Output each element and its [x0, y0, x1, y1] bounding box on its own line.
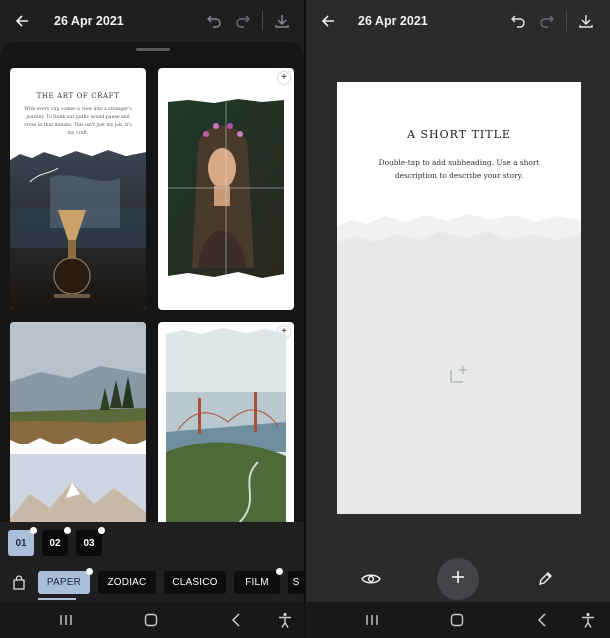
page-number: 02: [49, 537, 61, 549]
download-icon[interactable]: [574, 9, 598, 33]
right-screen: 26 Apr 2021 A SHORT TITLE Double-tap to …: [304, 0, 610, 638]
tab-label: S: [292, 577, 300, 588]
tab-indicator: [38, 598, 76, 600]
left-screen: 26 Apr 2021 THE ART OF CRAFT With every …: [0, 0, 304, 638]
page-selector: 01 02 03: [0, 522, 304, 564]
back-arrow-icon[interactable]: [316, 9, 340, 33]
template-card[interactable]: THE ART OF CRAFT With every cup comes a …: [10, 68, 146, 310]
date-label: 26 Apr 2021: [54, 14, 124, 28]
tab-label: FILM: [245, 577, 269, 588]
add-button[interactable]: [437, 558, 479, 600]
coffee-photo: [10, 148, 146, 310]
image-placeholder-area[interactable]: [337, 212, 581, 514]
top-bar: 26 Apr 2021: [306, 0, 610, 42]
page-button[interactable]: 03: [76, 527, 105, 556]
portrait-photo: [168, 99, 284, 278]
story-subheading[interactable]: Double-tap to add subheading. Use a shor…: [357, 156, 561, 182]
home-icon[interactable]: [447, 610, 467, 630]
tab-dot: [276, 568, 283, 575]
story-canvas[interactable]: A SHORT TITLE Double-tap to add subheadi…: [337, 82, 581, 514]
recents-icon[interactable]: [56, 610, 76, 630]
undo-icon[interactable]: [202, 9, 226, 33]
back-arrow-icon[interactable]: [10, 9, 34, 33]
tab-clasico[interactable]: CLASICO: [164, 571, 226, 594]
nav-back-icon[interactable]: [532, 610, 552, 630]
image-placeholder-icon[interactable]: [449, 364, 469, 384]
template-title: THE ART OF CRAFT: [36, 92, 120, 100]
tab-dot: [86, 568, 93, 575]
accessibility-icon[interactable]: [578, 610, 598, 630]
redo-icon[interactable]: [535, 9, 559, 33]
accessibility-icon[interactable]: [275, 610, 295, 630]
redo-icon[interactable]: [231, 9, 255, 33]
system-nav-bar: [0, 602, 304, 638]
tab-paper[interactable]: PAPER: [38, 568, 93, 594]
toolbar-divider: [262, 11, 263, 31]
date-label: 26 Apr 2021: [358, 14, 428, 28]
page-dot: [64, 527, 71, 534]
eye-icon[interactable]: [360, 568, 382, 590]
top-bar: 26 Apr 2021: [0, 0, 304, 42]
bottom-action-bar: [306, 556, 610, 602]
pencil-icon[interactable]: [534, 568, 556, 590]
recents-icon[interactable]: [362, 610, 382, 630]
page-dot: [30, 527, 37, 534]
shopping-bag-icon[interactable]: [10, 573, 28, 591]
tab-label: CLASICO: [172, 577, 218, 588]
tab-label: ZODIAC: [107, 577, 147, 588]
tab-zodiac[interactable]: ZODIAC: [98, 571, 156, 594]
page-number: 03: [83, 537, 95, 549]
page-button[interactable]: 02: [42, 527, 71, 556]
category-tabs: PAPER ZODIAC CLASICO FILM S: [0, 564, 304, 602]
page-dot: [98, 527, 105, 534]
nav-back-icon[interactable]: [226, 610, 246, 630]
tab-partial[interactable]: S: [288, 571, 304, 594]
toolbar-divider: [566, 11, 567, 31]
story-title[interactable]: A SHORT TITLE: [337, 128, 581, 141]
page-number: 01: [15, 537, 27, 549]
template-body: With every cup comes a view into a stran…: [24, 107, 132, 136]
sheet-drag-handle[interactable]: [136, 48, 170, 51]
tab-film[interactable]: FILM: [234, 568, 283, 594]
home-icon[interactable]: [141, 610, 161, 630]
undo-icon[interactable]: [506, 9, 530, 33]
template-card[interactable]: +: [158, 68, 294, 310]
plus-icon: [451, 570, 465, 589]
page-button[interactable]: 01: [8, 527, 37, 556]
template-sheet: THE ART OF CRAFT With every cup comes a …: [0, 42, 304, 564]
system-nav-bar: [306, 602, 610, 638]
tab-label: PAPER: [46, 577, 82, 588]
download-icon[interactable]: [270, 9, 294, 33]
